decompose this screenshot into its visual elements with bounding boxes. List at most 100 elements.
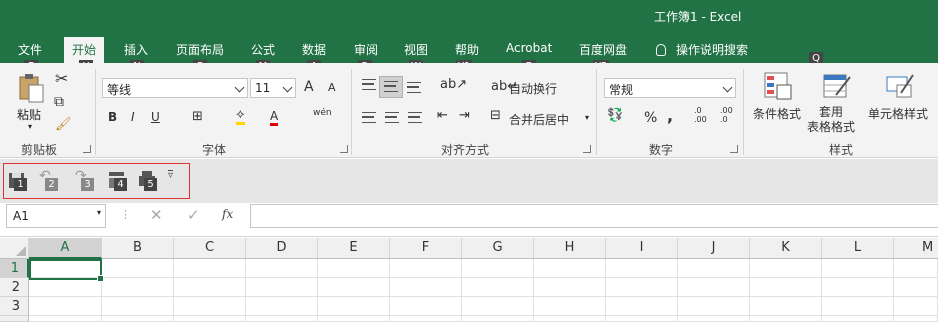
underline-button[interactable]: U	[151, 110, 160, 124]
column-header[interactable]: L	[822, 238, 894, 259]
row-header[interactable]	[0, 316, 29, 322]
cell[interactable]	[174, 297, 246, 316]
cell[interactable]	[678, 297, 750, 316]
wrap-text-button[interactable]: 自动换行	[509, 80, 557, 97]
phonetic-button[interactable]: wén	[313, 108, 332, 118]
cell[interactable]	[678, 259, 750, 278]
align-center-icon[interactable]	[385, 112, 399, 123]
cell[interactable]	[822, 278, 894, 297]
cell[interactable]	[462, 297, 534, 316]
row-header[interactable]: 3	[0, 297, 29, 316]
increase-decimal-button[interactable]: .0 .00	[694, 106, 707, 124]
cell[interactable]	[318, 297, 390, 316]
column-header[interactable]: H	[534, 238, 606, 259]
cancel-icon[interactable]: ✕	[150, 206, 163, 224]
tab-view[interactable]: 视图	[404, 41, 428, 58]
accounting-icon[interactable]: 💱	[607, 108, 623, 123]
cell[interactable]	[174, 316, 246, 322]
tab-page-layout[interactable]: 页面布局	[176, 41, 224, 58]
active-cell[interactable]	[29, 259, 104, 282]
column-header[interactable]: D	[246, 238, 318, 259]
tab-acrobat[interactable]: Acrobat	[506, 41, 552, 55]
cell[interactable]	[29, 297, 102, 316]
clipboard-launcher[interactable]	[83, 145, 91, 153]
table-format-button[interactable]: 套用 表格格式	[807, 105, 855, 135]
align-top-icon[interactable]	[362, 79, 376, 90]
align-left-icon[interactable]	[362, 112, 376, 123]
tab-data[interactable]: 数据	[302, 41, 326, 58]
insert-function-button[interactable]: fx	[222, 207, 233, 221]
cell[interactable]	[102, 316, 174, 322]
column-header[interactable]: I	[606, 238, 678, 259]
row-header[interactable]: 2	[0, 278, 29, 297]
cell[interactable]	[102, 259, 174, 278]
drag-handle-icon[interactable]: ⋮	[120, 208, 131, 221]
cell[interactable]	[174, 278, 246, 297]
name-box[interactable]: A1 ▾	[6, 204, 106, 228]
orientation-icon[interactable]: ab↗	[440, 77, 467, 92]
copy-icon[interactable]: ⧉	[54, 94, 64, 110]
qat-customize-icon[interactable]: ▿	[168, 170, 174, 181]
comma-button[interactable]: ,	[667, 106, 673, 125]
border-icon[interactable]: ⊞	[192, 109, 203, 124]
font-name-select[interactable]: 等线	[102, 78, 248, 98]
tab-review[interactable]: 审阅	[354, 41, 378, 58]
chevron-down-icon[interactable]: ▾	[585, 113, 589, 122]
cell[interactable]	[750, 316, 822, 322]
qat-print-button[interactable]: 5	[138, 170, 157, 191]
cell[interactable]	[750, 259, 822, 278]
cell[interactable]	[606, 278, 678, 297]
percent-button[interactable]: %	[644, 110, 657, 126]
cell[interactable]	[174, 259, 246, 278]
align-bottom-icon[interactable]	[407, 82, 421, 93]
cell[interactable]	[390, 297, 462, 316]
cell[interactable]	[534, 278, 606, 297]
shrink-font-button[interactable]: A	[328, 81, 336, 94]
cell[interactable]	[606, 316, 678, 322]
column-header[interactable]: K	[750, 238, 822, 259]
cell[interactable]	[390, 259, 462, 278]
font-color-button[interactable]: A	[270, 109, 279, 126]
column-header[interactable]: A	[29, 238, 102, 259]
column-header[interactable]: J	[678, 238, 750, 259]
qat-save-button[interactable]: 1	[8, 170, 27, 191]
bold-button[interactable]: B	[108, 110, 117, 124]
format-painter-icon[interactable]: 🖌	[55, 117, 72, 132]
cell[interactable]	[318, 316, 390, 322]
align-right-icon[interactable]	[408, 112, 422, 123]
cell[interactable]	[246, 297, 318, 316]
tab-baidu[interactable]: 百度网盘	[579, 41, 627, 58]
cell[interactable]	[750, 278, 822, 297]
enter-icon[interactable]: ✓	[187, 206, 200, 224]
italic-button[interactable]: I	[131, 110, 135, 124]
cell[interactable]	[246, 316, 318, 322]
qat-undo-button[interactable]: ↶ 2	[39, 168, 58, 191]
qat-redo-button[interactable]: ↷ 3	[75, 168, 94, 191]
cell[interactable]	[534, 297, 606, 316]
number-launcher[interactable]	[730, 145, 738, 153]
cell[interactable]	[606, 259, 678, 278]
tab-formulas[interactable]: 公式	[251, 41, 275, 58]
merge-center-button[interactable]: 合并后居中	[509, 111, 569, 128]
cell[interactable]	[534, 259, 606, 278]
cell[interactable]	[678, 316, 750, 322]
tab-file[interactable]: 文件	[18, 41, 42, 58]
decrease-indent-icon[interactable]: ⇤	[437, 108, 448, 123]
cell[interactable]	[822, 259, 894, 278]
cell[interactable]	[462, 316, 534, 322]
paste-button[interactable]: 粘贴 ▾	[14, 72, 48, 134]
column-header[interactable]: G	[462, 238, 534, 259]
column-header[interactable]: C	[174, 238, 246, 259]
cell[interactable]	[390, 278, 462, 297]
tab-insert[interactable]: 插入	[124, 41, 148, 58]
select-all-corner[interactable]	[0, 238, 29, 259]
number-format-select[interactable]: 常规	[604, 78, 736, 98]
tab-help[interactable]: 帮助	[455, 41, 479, 58]
column-header[interactable]: M	[894, 238, 938, 259]
cell[interactable]	[750, 297, 822, 316]
cell[interactable]	[462, 259, 534, 278]
cell[interactable]	[894, 278, 938, 297]
cell[interactable]	[246, 278, 318, 297]
font-launcher[interactable]	[340, 145, 348, 153]
column-header[interactable]: F	[390, 238, 462, 259]
